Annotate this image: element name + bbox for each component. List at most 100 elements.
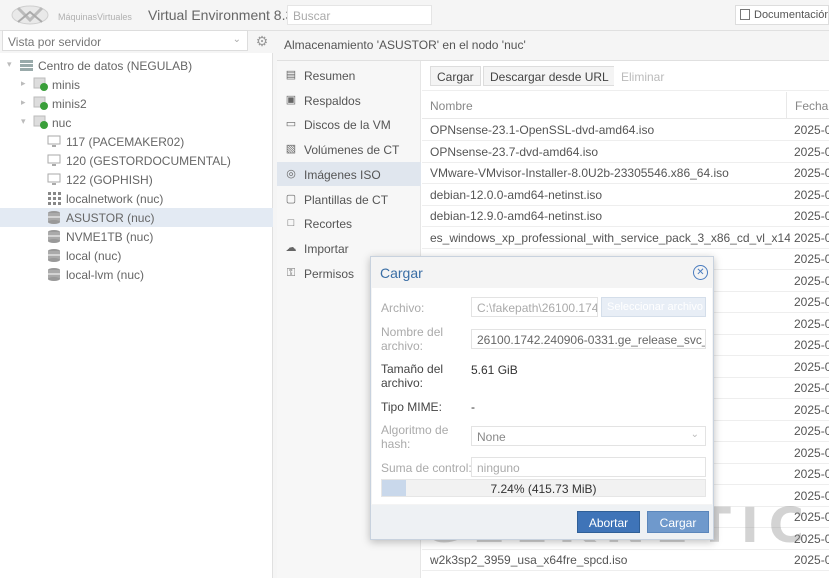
resource-tree: ▾ Centro de datos (NEGULAB) ▸ minis ▸ minis2 ▾… (0, 53, 273, 578)
filename-input[interactable]: 26100.1742.240906-0331.ge_release_svc_re (471, 329, 706, 349)
download-url-button[interactable]: Descargar desde URL (483, 66, 616, 86)
nav-item-label: Imágenes ISO (304, 167, 381, 182)
table-row[interactable]: debian-12.9.0-amd64-netinst.iso 2025-0 (422, 205, 829, 227)
upload-progress-text: 7.24% (415.73 MiB) (490, 482, 597, 496)
upload-progress-bar: 7.24% (415.73 MiB) (381, 479, 706, 497)
tree-item[interactable]: localnetwork (nuc) (0, 189, 273, 208)
tree-item[interactable]: 117 (PACEMAKER02) (0, 132, 273, 151)
tree-item[interactable]: 122 (GOPHISH) (0, 170, 273, 189)
logo-text: MáquinasVirtuales (58, 12, 132, 22)
upload-button[interactable]: Cargar (430, 66, 481, 86)
nav-item-label: Plantillas de CT (304, 192, 389, 207)
iso-date-cell: 2025-0 (794, 467, 829, 481)
table-row[interactable]: debian-12.0.0-amd64-netinst.iso 2025-0 (422, 184, 829, 206)
datacenter-icon (19, 58, 34, 72)
hash-select-value: None (477, 430, 506, 444)
tree-item[interactable]: local-lvm (nuc) (0, 265, 273, 284)
table-row[interactable]: VMware-VMvisor-Installer-8.0U2b-23305546… (422, 162, 829, 184)
iso-date-cell: 2025-0 (794, 402, 829, 417)
delete-button[interactable]: Eliminar (614, 66, 672, 86)
column-header-name[interactable]: Nombre (422, 92, 786, 119)
disc-icon: ◎ (286, 167, 296, 180)
abort-button[interactable]: Abortar (577, 511, 640, 533)
tree-item-label: ASUSTOR (nuc) (66, 211, 155, 225)
vm-icon (47, 153, 62, 167)
nav-item[interactable]: ◎ Imágenes ISO (277, 161, 421, 186)
tree-item[interactable]: ▾ nuc (0, 113, 273, 132)
upload-confirm-button[interactable]: Cargar (647, 511, 709, 533)
search-input[interactable]: Buscar (287, 5, 432, 25)
filename-label: Nombre del archivo: (381, 325, 444, 353)
tree-item-label: NVME1TB (nuc) (66, 230, 154, 244)
mime-label: Tipo MIME: (381, 400, 442, 414)
collapse-icon[interactable]: ▾ (7, 59, 17, 70)
chevron-down-icon: ⌄ (690, 429, 699, 440)
gear-icon[interactable]: ⚙ (254, 33, 270, 49)
tree-item[interactable]: ▸ minis2 (0, 94, 273, 113)
table-row[interactable]: OPNsense-23.1-OpenSSL-dvd-amd64.iso 2025-… (422, 119, 829, 141)
tree-item[interactable]: ASUSTOR (nuc) (0, 208, 273, 227)
expand-icon[interactable]: ▸ (21, 97, 31, 108)
nav-item-label: Recortes (304, 217, 353, 232)
storage-icon (47, 267, 62, 281)
top-header: MáquinasVirtuales Virtual Environment 8.… (0, 0, 829, 31)
tree-item-label: local (nuc) (66, 249, 122, 263)
hash-select[interactable]: None ⌄ (471, 426, 706, 446)
mime-value: - (471, 400, 475, 414)
table-row[interactable]: OPNsense-23.7-dvd-amd64.iso 2025-0 (422, 141, 829, 163)
network-grid-icon (47, 191, 62, 205)
tree-item[interactable]: 120 (GESTORDOCUMENTAL) (0, 151, 273, 170)
tree-item-label: 117 (PACEMAKER02) (66, 135, 185, 149)
nav-item[interactable]: ▣ Respaldos (277, 88, 421, 112)
close-icon[interactable]: ✕ (693, 265, 708, 280)
file-label: Archivo: (381, 301, 425, 315)
node-online-icon (33, 115, 48, 129)
iso-name-cell: OPNsense-23.1-OpenSSL-dvd-amd64.iso (430, 123, 655, 137)
nav-item[interactable]: ▤ Resumen (277, 63, 421, 87)
vm-icon (47, 134, 62, 148)
cube-icon: ▧ (285, 143, 297, 156)
vm-icon (47, 172, 62, 186)
tree-item[interactable]: local (nuc) (0, 246, 273, 265)
documentation-label: Documentación (754, 9, 829, 21)
hash-label: Algoritmo de hash: (381, 423, 449, 451)
product-logo[interactable]: MáquinasVirtuales (10, 4, 136, 26)
nav-item[interactable]: ▢ Plantillas de CT (277, 187, 421, 211)
tree-item-label: minis (52, 78, 81, 92)
iso-date-cell: 2025-0 (794, 187, 829, 202)
tree-item-label: Centro de datos (NEGULAB) (38, 59, 193, 73)
nav-item[interactable]: ▭ Discos de la VM (277, 112, 421, 136)
documentation-button[interactable]: Documentación (735, 5, 829, 25)
iso-date-cell: 2025-0 (794, 445, 829, 460)
nav-item-label: Resumen (304, 69, 356, 83)
book-icon (740, 9, 750, 20)
table-row[interactable]: es_windows_xp_professional_with_service_… (422, 227, 829, 249)
book-icon: ▤ (285, 69, 297, 81)
tree-item[interactable]: ▾ Centro de datos (NEGULAB) (0, 56, 273, 75)
iso-name-cell: VMware-VMvisor-Installer-8.0U2b-23305546… (430, 166, 729, 180)
iso-name-cell: OPNsense-23.7-dvd-amd64.iso (430, 144, 599, 159)
collapse-icon[interactable]: ▾ (21, 116, 31, 127)
checksum-input[interactable]: ninguno (471, 457, 706, 477)
hdd-icon: ▭ (285, 118, 297, 131)
column-header-date[interactable]: Fecha (786, 92, 829, 119)
floppy-icon: ▣ (285, 93, 297, 106)
proxmox-logo-icon (11, 5, 49, 25)
nav-item[interactable]: □ Recortes (277, 211, 421, 235)
nav-item-label: Discos de la VM (304, 118, 391, 133)
iso-date-cell: 2025-0 (794, 230, 829, 245)
iso-date-cell: 2025-0 (794, 123, 829, 137)
tree-item[interactable]: NVME1TB (nuc) (0, 227, 273, 246)
chevron-down-icon: ⌄ (232, 34, 241, 45)
nav-item[interactable]: ▧ Volúmenes de CT (277, 137, 421, 161)
file-path-input[interactable]: C:\fakepath\26100.1742 (471, 297, 598, 317)
dialog-header: Cargar ✕ (371, 257, 713, 287)
select-file-button[interactable]: Seleccionar archivo (601, 297, 706, 317)
filesize-label: Tamaño del archivo: (381, 362, 444, 390)
iso-date-cell: 2025-0 (794, 252, 829, 266)
tree-item[interactable]: ▸ minis (0, 75, 273, 94)
upload-dialog: Cargar ✕ Archivo: C:\fakepath\26100.1742… (370, 256, 714, 540)
view-selector[interactable]: Vista por servidor ⌄ (2, 30, 248, 51)
iso-name-cell: debian-12.0.0-amd64-netinst.iso (430, 187, 603, 202)
expand-icon[interactable]: ▸ (21, 78, 31, 89)
